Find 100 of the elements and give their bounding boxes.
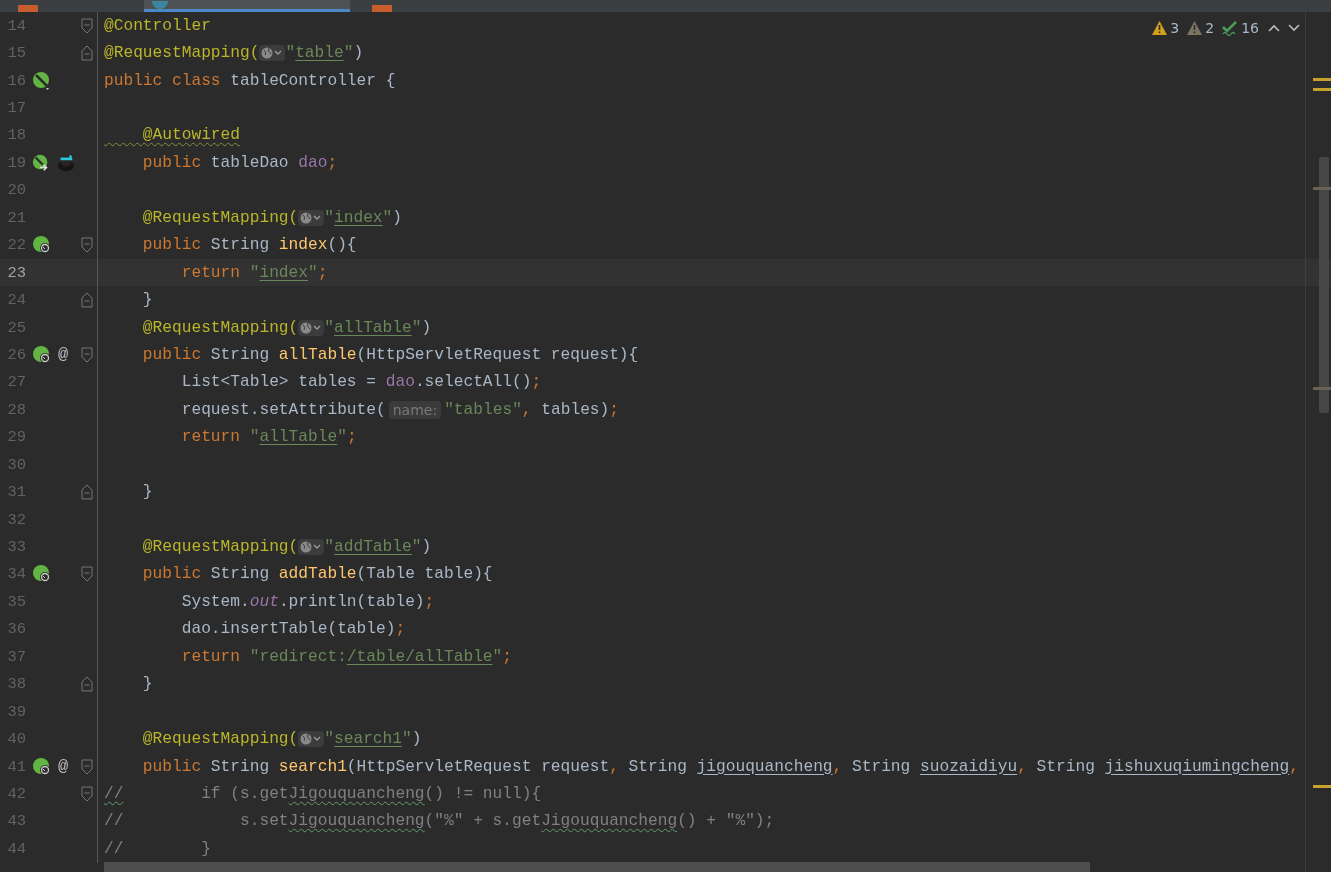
- bean-icon: [32, 152, 51, 173]
- typo-check-icon: [1222, 20, 1239, 36]
- code-text: }: [141, 675, 153, 694]
- parameter-hint: name:: [388, 400, 442, 419]
- line-number: 14: [6, 16, 26, 35]
- file-icon: [18, 5, 38, 12]
- inspection-counter[interactable]: 3: [1152, 20, 1180, 36]
- line-number: 27: [6, 373, 26, 392]
- editor-tab[interactable]: [144, 0, 350, 12]
- code-text: return "allTable";: [180, 428, 357, 447]
- code-text: "table"): [285, 44, 364, 63]
- fold-icon[interactable]: [80, 45, 93, 62]
- line-number: 18: [6, 126, 26, 145]
- web-endpoint-icon: [32, 564, 52, 585]
- line-number: 30: [6, 455, 26, 474]
- code-text: return "redirect:/table/allTable";: [180, 647, 513, 666]
- code-text: @RequestMapping(: [104, 44, 260, 63]
- code-text: System.out.println(table);: [180, 592, 435, 611]
- class-icon: [152, 1, 168, 9]
- line-number: 26: [6, 345, 26, 364]
- url-icon: [298, 538, 325, 557]
- line-number: 25: [6, 318, 26, 337]
- code-text: }: [141, 291, 153, 310]
- scrollbar-thumb[interactable]: [1319, 157, 1329, 413]
- previous-icon: [1267, 23, 1281, 33]
- fold-icon[interactable]: [80, 676, 93, 693]
- line-number: 19: [6, 153, 26, 172]
- code-text: // s.setJigouquancheng("%" + s.getJigouquancheng() + "%");: [104, 812, 775, 831]
- code-text: @Controller: [104, 16, 211, 35]
- override-symbol[interactable]: @: [58, 757, 69, 777]
- line-number: 15: [6, 44, 26, 63]
- code-text: @RequestMapping(: [141, 730, 299, 749]
- creature-icon: [56, 152, 76, 173]
- url-icon: [259, 44, 286, 63]
- code-text: // if (s.getJigouquancheng() != null){: [104, 784, 542, 803]
- override-symbol[interactable]: @: [58, 345, 69, 365]
- inspection-counter[interactable]: 16: [1222, 20, 1259, 36]
- code-text: public String index(){: [141, 236, 357, 255]
- fold-icon[interactable]: [80, 566, 93, 583]
- url-icon: [298, 730, 325, 749]
- fold-icon[interactable]: [80, 292, 93, 309]
- code-text: List<Table> tables = dao.selectAll();: [180, 373, 542, 392]
- line-number: 29: [6, 428, 26, 447]
- code-text: public String allTable(HttpServletRequest request){: [141, 345, 639, 364]
- code-text: @RequestMapping(: [141, 208, 299, 227]
- line-number: 38: [6, 675, 26, 694]
- line-number: 28: [6, 400, 26, 419]
- line-number: 24: [6, 291, 26, 310]
- fold-icon[interactable]: [80, 346, 93, 363]
- code-text: "addTable"): [324, 538, 432, 557]
- url-icon: [298, 318, 325, 337]
- scrollbar-thumb[interactable]: [104, 862, 1090, 872]
- code-text: public class tableController {: [104, 71, 396, 90]
- code-text: }: [141, 483, 153, 502]
- code-text: // }: [104, 839, 211, 858]
- url-icon: [298, 208, 325, 227]
- code-text: "allTable"): [324, 318, 432, 337]
- line-number: 36: [6, 620, 26, 639]
- fold-icon[interactable]: [80, 237, 93, 254]
- line-number: 17: [6, 99, 26, 118]
- code-text: "index"): [324, 208, 403, 227]
- inspection-counter[interactable]: 2: [1187, 20, 1215, 36]
- code-text: request.setAttribute(: [180, 400, 386, 419]
- line-number: 34: [6, 565, 26, 584]
- web-endpoint-icon: [32, 344, 52, 365]
- code-text: return "index";: [180, 263, 328, 282]
- line-number: 41: [6, 757, 26, 776]
- code-text: dao.insertTable(table);: [180, 620, 406, 639]
- line-number: 42: [6, 784, 26, 803]
- fold-icon[interactable]: [80, 758, 93, 775]
- file-icon: [372, 5, 392, 12]
- line-number: 44: [6, 839, 26, 858]
- code-text: "tables", tables);: [444, 400, 619, 419]
- line-number: 22: [6, 236, 26, 255]
- bean-icon: [32, 70, 52, 91]
- line-number: 35: [6, 592, 26, 611]
- code-text: public tableDao dao;: [141, 153, 338, 172]
- line-number: 33: [6, 538, 26, 557]
- code-text: public String search1(HttpServletRequest request, String jigouquancheng, String suozaidiyu, String jishuxuqiumingcheng,: [141, 757, 1299, 776]
- line-number: 21: [6, 208, 26, 227]
- line-number: 23: [6, 263, 26, 282]
- line-number: 31: [6, 483, 26, 502]
- line-number: 40: [6, 730, 26, 749]
- line-number: 37: [6, 647, 26, 666]
- line-number: 32: [6, 510, 26, 529]
- fold-icon[interactable]: [80, 785, 93, 802]
- fold-icon[interactable]: [80, 17, 93, 34]
- line-number: 43: [6, 812, 26, 831]
- fold-icon[interactable]: [80, 484, 93, 501]
- web-endpoint-icon: [32, 756, 52, 777]
- next-icon: [1287, 23, 1301, 33]
- code-text: @RequestMapping(: [141, 538, 299, 557]
- line-number: 16: [6, 71, 26, 90]
- code-text: @Autowired: [141, 126, 240, 145]
- code-text: public String addTable(Table table){: [141, 565, 493, 584]
- code-text: @RequestMapping(: [141, 318, 299, 337]
- line-number: 39: [6, 702, 26, 721]
- line-number: 20: [6, 181, 26, 200]
- code-text: "search1"): [324, 730, 422, 749]
- web-endpoint-icon: [32, 235, 52, 256]
